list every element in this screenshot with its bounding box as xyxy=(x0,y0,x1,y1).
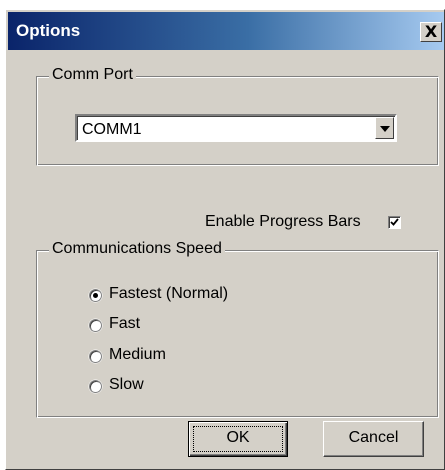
comm-port-group-label: Comm Port xyxy=(49,66,136,84)
speed-option-medium[interactable]: Medium xyxy=(89,346,289,368)
speed-option-fast[interactable]: Fast xyxy=(89,315,289,337)
enable-progress-bars-label: Enable Progress Bars xyxy=(205,213,361,230)
speed-option-label: Slow xyxy=(109,376,144,393)
radio-medium[interactable] xyxy=(89,350,102,363)
radio-fastest[interactable] xyxy=(89,289,102,302)
comm-port-selected-value: COMM1 xyxy=(82,121,142,138)
title-bar[interactable]: Options xyxy=(8,12,444,50)
communications-speed-group-label: Communications Speed xyxy=(49,240,225,258)
comm-port-dropdown-button[interactable] xyxy=(375,117,394,139)
radio-slow[interactable] xyxy=(89,380,102,393)
speed-option-label: Fastest (Normal) xyxy=(109,285,229,302)
enable-progress-bars-checkbox[interactable] xyxy=(388,216,401,229)
speed-option-label: Medium xyxy=(109,346,166,363)
chevron-down-icon xyxy=(380,126,390,132)
checkmark-icon xyxy=(390,218,399,226)
close-button[interactable]: X xyxy=(420,22,442,42)
radio-selected-dot xyxy=(93,293,98,298)
comm-port-select[interactable]: COMM1 xyxy=(75,114,397,142)
cancel-button-label: Cancel xyxy=(348,429,399,446)
close-icon: X xyxy=(424,22,438,41)
speed-option-label: Fast xyxy=(109,315,141,332)
radio-fast[interactable] xyxy=(89,319,102,332)
window-title: Options xyxy=(16,21,81,40)
comm-port-group: Comm Port COMM1 xyxy=(36,66,439,166)
ok-button-label: OK xyxy=(226,429,250,446)
ok-button[interactable]: OK xyxy=(188,421,288,457)
speed-option-fastest[interactable]: Fastest (Normal) xyxy=(89,285,289,307)
options-dialog: Options X Comm Port COMM1 Enable Progres… xyxy=(5,9,445,470)
communications-speed-group: Communications Speed Fastest (Normal) Fa… xyxy=(36,240,439,418)
cancel-button[interactable]: Cancel xyxy=(323,421,424,457)
speed-option-slow[interactable]: Slow xyxy=(89,376,289,398)
